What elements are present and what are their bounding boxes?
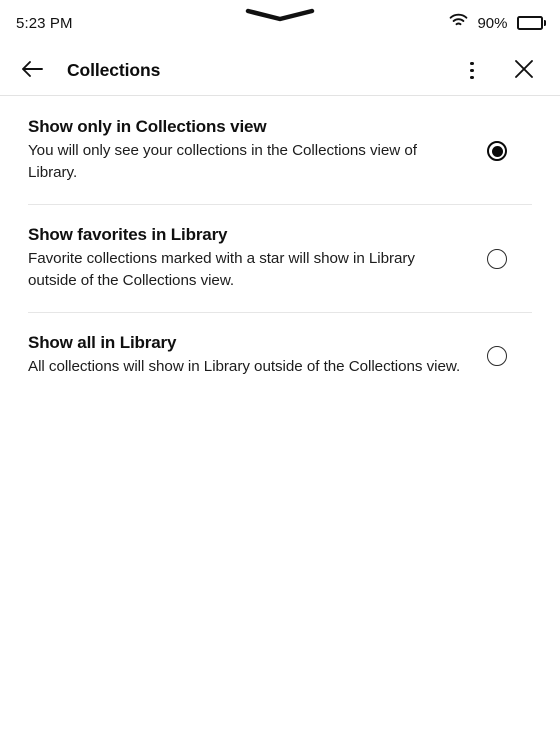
overflow-menu-button[interactable] <box>454 53 490 89</box>
option-row-show-all-in-library[interactable]: Show all in Library All collections will… <box>0 312 560 398</box>
option-row-show-favorites-in-library[interactable]: Show favorites in Library Favorite colle… <box>0 204 560 312</box>
radio-button-show-only-in-collections-view[interactable] <box>487 141 507 161</box>
wifi-icon <box>449 13 468 33</box>
collections-view-options-group: Show only in Collections view You will o… <box>0 96 560 398</box>
radio-button-show-favorites-in-library[interactable] <box>487 249 507 269</box>
arrow-left-icon <box>20 59 44 82</box>
battery-percent-label: 90% <box>477 14 508 32</box>
option-title: Show only in Collections view <box>28 117 267 136</box>
option-title: Show all in Library <box>28 333 177 352</box>
radio-wrap <box>480 224 514 292</box>
app-bar: Collections <box>0 46 560 96</box>
collections-settings-screen: 5:23 PM 90% Collections Show only in Col… <box>0 0 560 747</box>
radio-wrap <box>480 116 514 184</box>
close-x-icon <box>513 58 535 83</box>
option-description: You will only see your collections in th… <box>28 142 417 181</box>
status-bar: 5:23 PM 90% <box>0 0 560 46</box>
radio-button-show-all-in-library[interactable] <box>487 346 507 366</box>
back-button[interactable] <box>14 53 50 89</box>
status-bar-clock: 5:23 PM <box>16 14 73 32</box>
radio-wrap <box>480 332 514 378</box>
close-button[interactable] <box>506 53 542 89</box>
page-body: Show only in Collections view You will o… <box>0 96 560 746</box>
status-bar-indicators: 90% <box>449 13 546 33</box>
page-title: Collections <box>67 60 161 80</box>
chevron-down-handle-icon[interactable] <box>244 8 316 22</box>
option-title: Show favorites in Library <box>28 225 228 244</box>
battery-icon <box>516 16 546 30</box>
option-description: All collections will show in Library out… <box>28 358 461 375</box>
option-text: Show only in Collections view You will o… <box>28 116 480 184</box>
option-description: Favorite collections marked with a star … <box>28 250 415 289</box>
option-text: Show all in Library All collections will… <box>28 332 480 378</box>
option-text: Show favorites in Library Favorite colle… <box>28 224 480 292</box>
option-row-show-only-in-collections-view[interactable]: Show only in Collections view You will o… <box>0 96 560 204</box>
kebab-menu-icon <box>470 59 474 83</box>
